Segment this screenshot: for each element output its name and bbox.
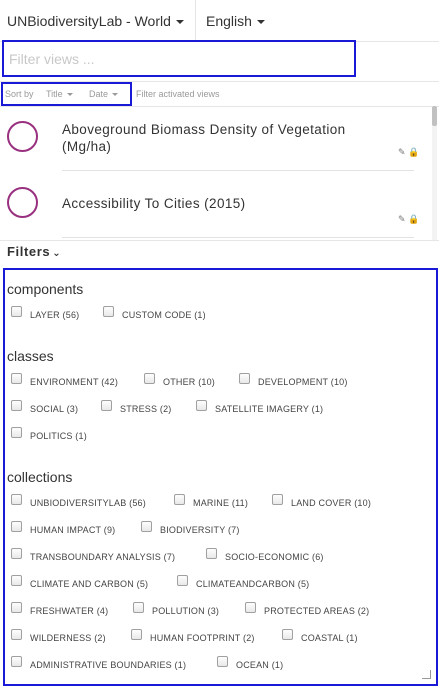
checkbox[interactable] <box>282 629 293 640</box>
checkbox[interactable] <box>103 306 114 317</box>
search-box <box>2 40 356 77</box>
filters-heading: Filters <box>7 244 51 259</box>
resize-handle-icon[interactable] <box>422 670 431 679</box>
checkbox[interactable] <box>131 629 142 640</box>
language-dropdown[interactable]: English <box>197 0 265 41</box>
chevron-down-icon: ⌄ <box>52 248 62 259</box>
filter-views-input[interactable] <box>4 42 354 75</box>
checkbox[interactable] <box>11 306 22 317</box>
view-title: Aboveground Biomass Density of Vegetatio… <box>62 122 346 154</box>
chevron-down-icon <box>256 20 265 25</box>
checkbox[interactable] <box>206 548 217 559</box>
chevron-down-icon <box>66 93 73 97</box>
list-scrollbar[interactable] <box>432 106 437 240</box>
view-item[interactable]: Accessibility To Cities (2015) ✎ 🔒 <box>0 172 430 238</box>
checkbox[interactable] <box>11 400 22 411</box>
toggle-circle-icon[interactable] <box>7 187 38 218</box>
checkbox[interactable] <box>11 575 22 586</box>
checkbox[interactable] <box>11 602 22 613</box>
workspace-dropdown[interactable]: UNBiodiversityLab - World <box>0 0 196 41</box>
section-heading: collections <box>7 469 73 485</box>
checkbox[interactable] <box>217 656 228 667</box>
checkbox[interactable] <box>177 575 188 586</box>
views-list: Aboveground Biomass Density of Vegetatio… <box>0 106 439 241</box>
checkbox[interactable] <box>11 373 22 384</box>
language-label: English <box>206 13 252 29</box>
divider <box>62 237 414 238</box>
sort-title-label: Title <box>46 89 63 99</box>
list-scrollbar-thumb[interactable] <box>432 106 437 126</box>
checkbox[interactable] <box>11 629 22 640</box>
toggle-circle-icon[interactable] <box>7 121 38 152</box>
view-title: Accessibility To Cities (2015) <box>62 196 246 211</box>
checkbox[interactable] <box>239 373 250 384</box>
filter-activated-views-link[interactable]: Filter activated views <box>136 89 220 99</box>
checkbox[interactable] <box>11 427 22 438</box>
sort-by-label: Sort by <box>5 89 34 99</box>
view-tools: ✎ 🔒 <box>398 214 419 225</box>
checkbox[interactable] <box>11 494 22 505</box>
workspace-label: UNBiodiversityLab - World <box>7 13 171 29</box>
checkbox[interactable] <box>133 602 144 613</box>
checkbox[interactable] <box>174 494 185 505</box>
pin-icon[interactable]: ✎ <box>398 147 406 157</box>
section-heading: components <box>7 281 84 297</box>
top-bar: UNBiodiversityLab - World English <box>0 0 439 42</box>
sort-title-button[interactable]: Title <box>46 89 73 99</box>
section-heading: classes <box>7 348 54 364</box>
checkbox[interactable] <box>196 400 207 411</box>
lock-icon[interactable]: 🔒 <box>408 147 419 157</box>
chevron-down-icon <box>175 20 184 25</box>
checkbox[interactable] <box>144 373 155 384</box>
view-item[interactable]: Aboveground Biomass Density of Vegetatio… <box>0 106 430 172</box>
checkbox[interactable] <box>101 400 112 411</box>
checkbox[interactable] <box>245 602 256 613</box>
divider <box>62 170 414 171</box>
checkbox[interactable] <box>11 521 22 532</box>
checkbox[interactable] <box>272 494 283 505</box>
lock-icon[interactable]: 🔒 <box>408 214 419 224</box>
pin-icon[interactable]: ✎ <box>398 214 406 224</box>
view-tools: ✎ 🔒 <box>398 147 419 158</box>
chevron-down-icon <box>112 93 119 97</box>
checkbox[interactable] <box>11 656 22 667</box>
sort-date-button[interactable]: Date <box>89 89 119 99</box>
checkbox[interactable] <box>11 548 22 559</box>
filters-toggle[interactable]: Filters ⌄ <box>7 244 61 259</box>
sort-date-label: Date <box>89 89 109 99</box>
checkbox[interactable] <box>141 521 152 532</box>
